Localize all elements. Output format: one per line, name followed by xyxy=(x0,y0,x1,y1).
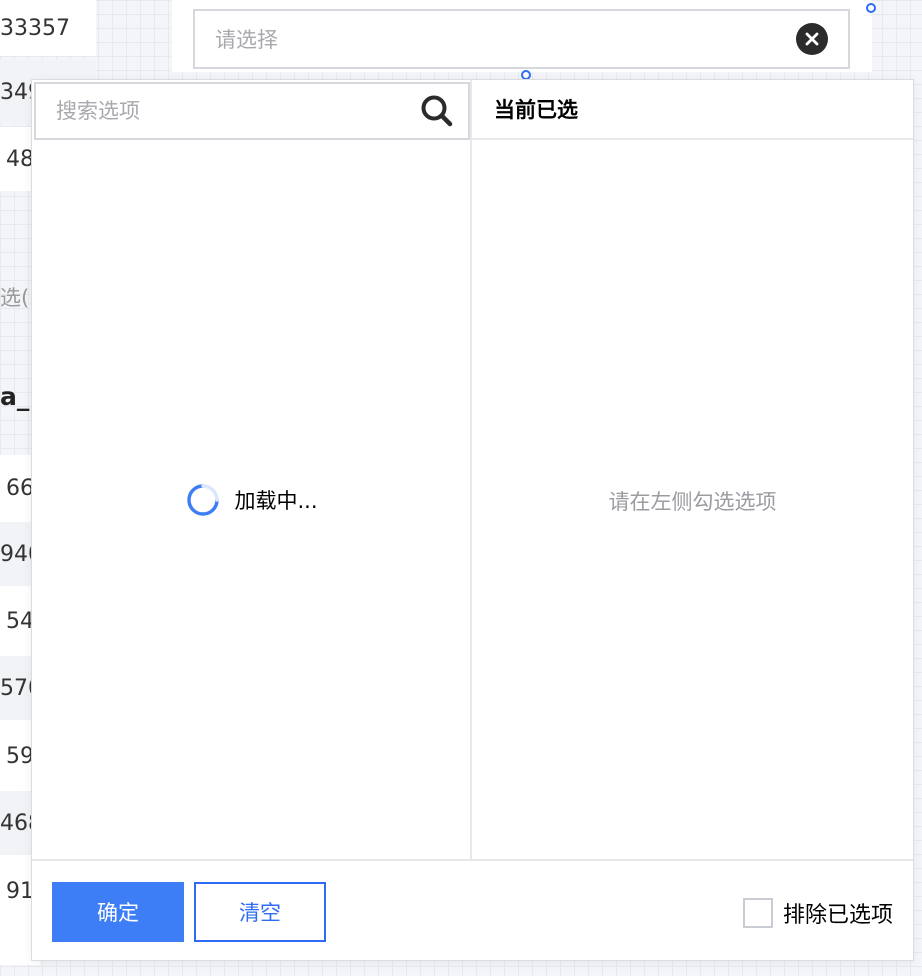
popover-footer: 确定 清空 排除已选项 xyxy=(32,859,913,960)
loading-indicator: 加载中... xyxy=(32,80,472,920)
select-placeholder: 请选择 xyxy=(215,28,278,52)
multi-select-field[interactable]: 请选择 xyxy=(193,9,850,69)
empty-hint: 请在左侧勾选选项 xyxy=(608,490,777,514)
clear-icon[interactable] xyxy=(796,23,828,55)
selected-header: 当前已选 xyxy=(472,80,913,140)
exclude-selected-toggle[interactable]: 排除已选项 xyxy=(742,897,893,929)
spinner-icon xyxy=(186,483,220,517)
clear-button[interactable]: 清空 xyxy=(194,882,326,942)
resize-handle[interactable] xyxy=(866,3,876,13)
exclude-label: 排除已选项 xyxy=(782,903,893,928)
confirm-button[interactable]: 确定 xyxy=(52,882,184,942)
loading-text: 加载中... xyxy=(234,489,318,513)
options-panel: 加载中... xyxy=(32,80,472,859)
exclude-checkbox[interactable] xyxy=(742,898,773,928)
transfer-popover: 加载中... 当前已选 请在左侧勾选选项 确定 清空 排除已选项 xyxy=(31,79,914,961)
selected-panel: 当前已选 请在左侧勾选选项 xyxy=(472,80,913,859)
table-cell: 33357 xyxy=(0,0,96,56)
column-header: a_ xyxy=(0,382,30,411)
